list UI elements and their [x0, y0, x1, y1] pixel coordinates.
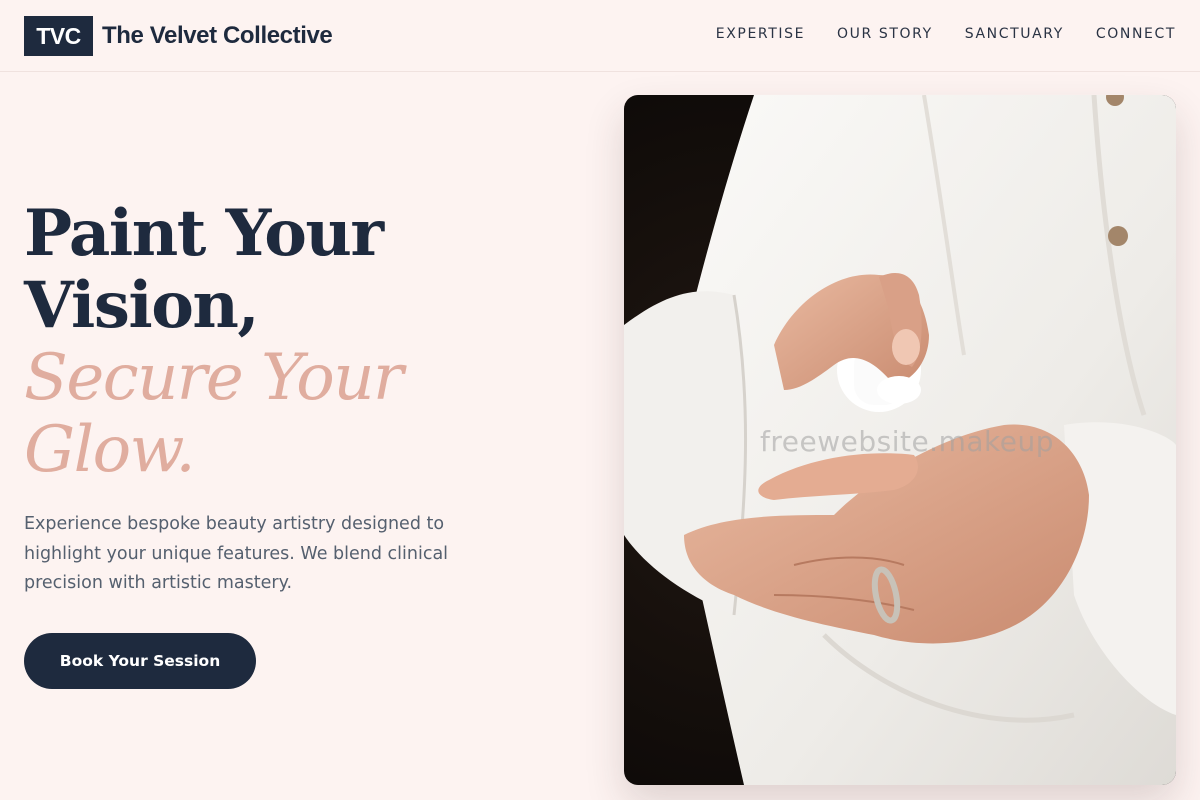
nav-item-connect[interactable]: CONNECT: [1096, 26, 1176, 42]
headline-accent-line-1: Secure Your: [24, 341, 404, 415]
main-nav: EXPERTISE OUR STORY SANCTUARY CONNECT: [716, 26, 1176, 42]
nav-item-sanctuary[interactable]: SANCTUARY: [965, 26, 1064, 42]
hero-headline: Paint Your Vision, Secure Your Glow.: [24, 196, 544, 487]
brand-logo[interactable]: TVC The Velvet Collective: [24, 16, 333, 56]
hero-image: freewebsite.makeup: [624, 95, 1176, 785]
headline-accent-line-2: Glow.: [24, 413, 196, 487]
headline-line-2: Vision,: [24, 268, 260, 343]
hero-description: Experience bespoke beauty artistry desig…: [24, 514, 449, 593]
logo-mark: TVC: [24, 16, 93, 56]
headline-line-1: Paint Your: [24, 196, 384, 271]
site-header: TVC The Velvet Collective EXPERTISE OUR …: [0, 0, 1200, 72]
nav-item-our-story[interactable]: OUR STORY: [837, 26, 933, 42]
image-watermark: freewebsite.makeup: [760, 425, 1054, 458]
brand-name: The Velvet Collective: [102, 22, 333, 49]
book-session-button[interactable]: Book Your Session: [24, 632, 256, 689]
nav-item-expertise[interactable]: EXPERTISE: [716, 26, 805, 42]
hero-content: Paint Your Vision, Secure Your Glow. Exp…: [24, 198, 544, 689]
